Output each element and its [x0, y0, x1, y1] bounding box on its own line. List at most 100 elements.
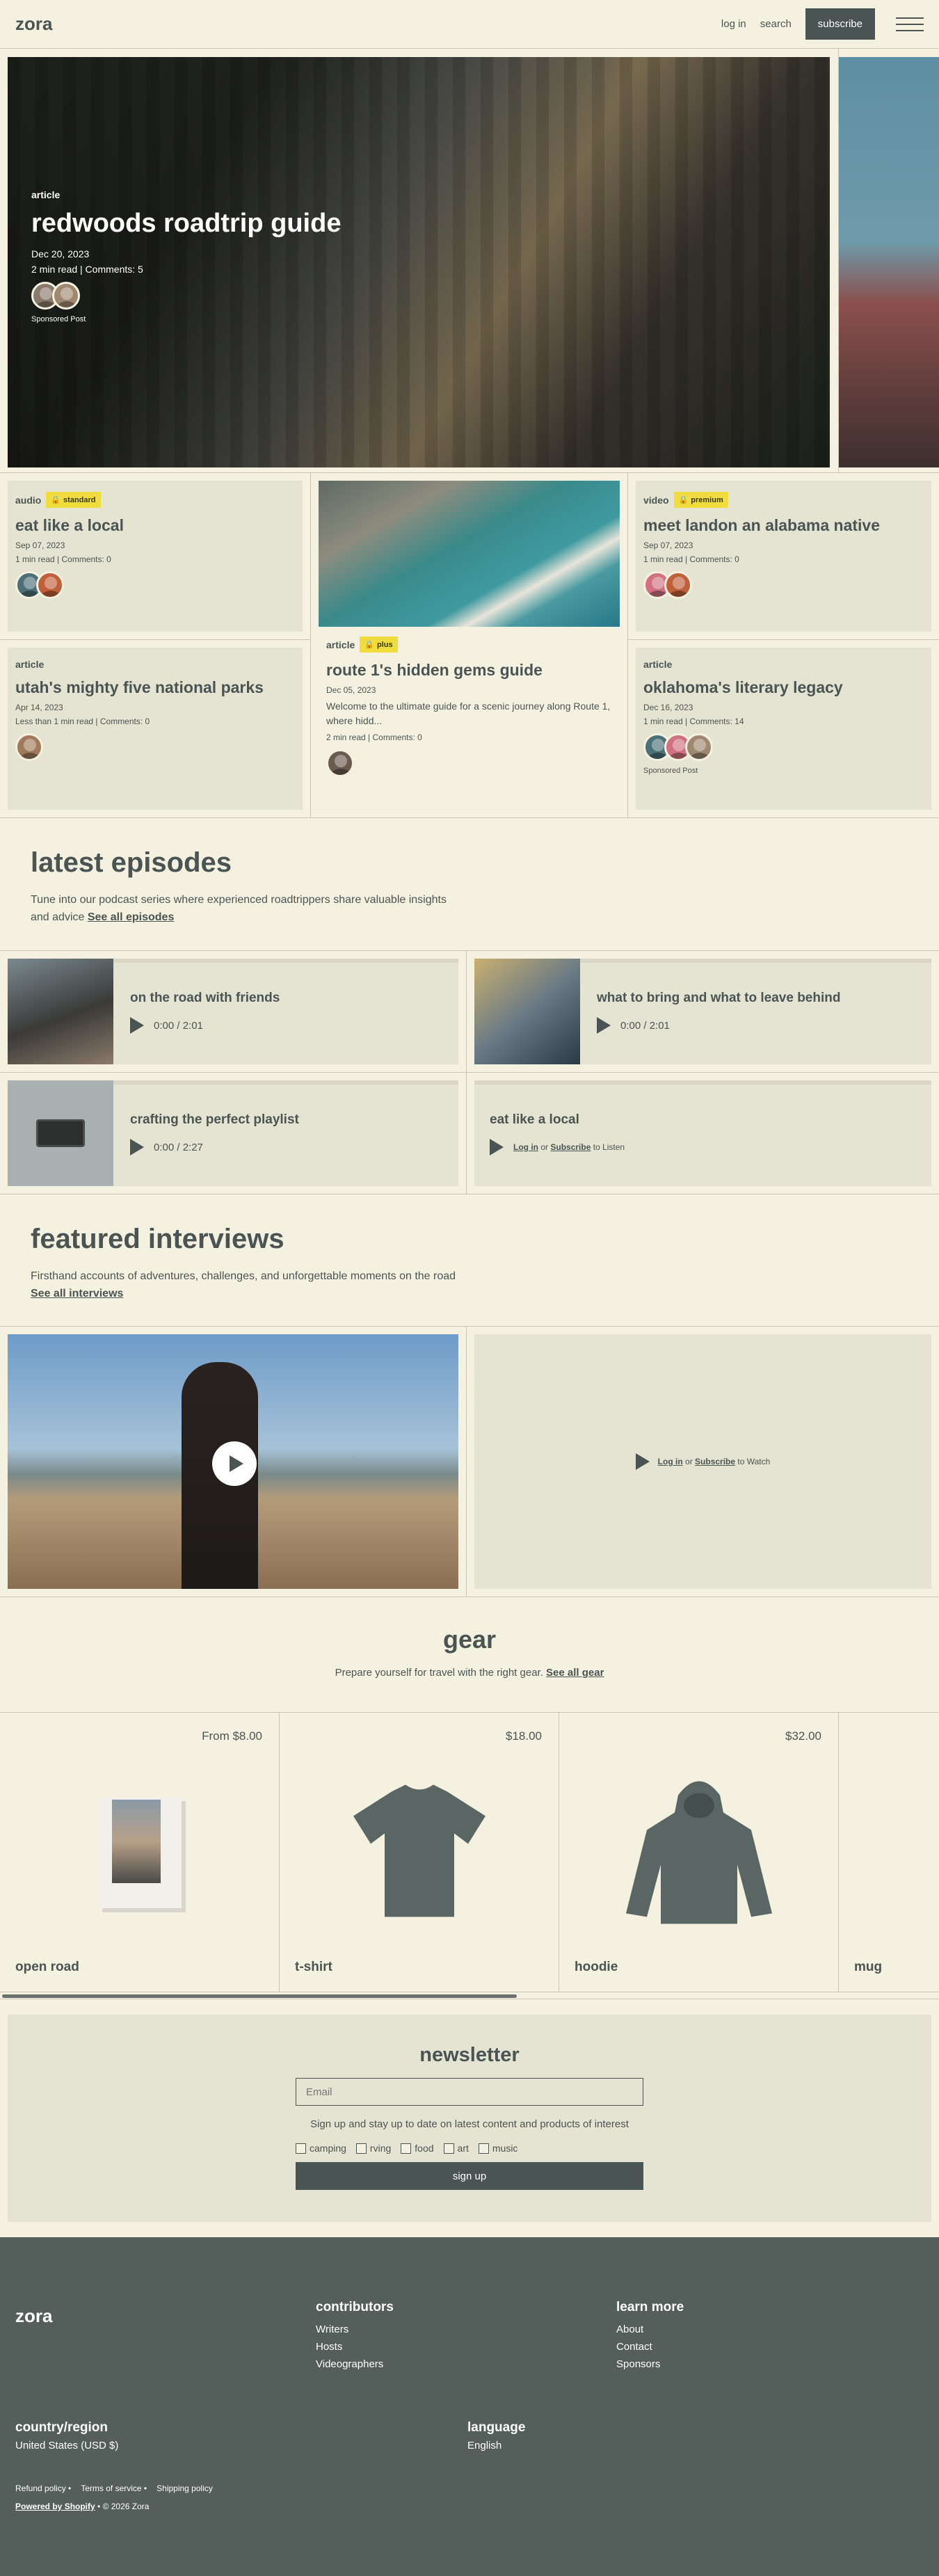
header-actions: log in search subscribe [721, 8, 924, 40]
product-name[interactable]: open road [15, 1960, 79, 1975]
locked-video: Log in or Subscribe to Watch [474, 1334, 931, 1589]
subscribe-button[interactable]: subscribe [805, 8, 875, 40]
see-all-interviews-link[interactable]: See all interviews [31, 1288, 123, 1299]
login-link[interactable]: log in [721, 18, 746, 30]
hero-text: article redwoods roadtrip guide Dec 20, … [31, 189, 341, 323]
checkbox[interactable] [355, 2143, 367, 2154]
article-title[interactable]: eat like a local [15, 516, 295, 535]
scrollbar-thumb[interactable] [2, 1994, 517, 1998]
article-title[interactable]: meet landon an alabama native [643, 516, 924, 535]
checkbox[interactable] [296, 2143, 306, 2154]
see-all-gear-link[interactable]: See all gear [546, 1667, 604, 1679]
hero-title[interactable]: redwoods roadtrip guide [31, 209, 341, 239]
footer-link-about[interactable]: About [616, 2323, 917, 2335]
checkbox[interactable] [478, 2143, 489, 2154]
article-title[interactable]: utah's mighty five national parks [15, 678, 295, 697]
avatar[interactable] [664, 571, 692, 599]
product-image[interactable] [97, 1796, 182, 1908]
copyright: Powered by Shopify • © 2026 Zora [15, 2502, 924, 2511]
footer-link-videographers[interactable]: Videographers [316, 2358, 616, 2370]
audio-player: 0:00 / 2:01 [597, 1017, 840, 1034]
product-name[interactable]: t-shirt [295, 1960, 332, 1975]
interest-checkbox[interactable]: art [443, 2143, 469, 2154]
product-image[interactable] [350, 1784, 489, 1920]
interest-checkbox[interactable]: food [401, 2143, 434, 2154]
article-image[interactable] [319, 481, 620, 627]
avatar[interactable] [36, 571, 64, 599]
subscribe-link[interactable]: Subscribe [550, 1142, 591, 1152]
episode-title[interactable]: eat like a local [490, 1112, 625, 1128]
product-card[interactable]: $18.00 t-shirt [280, 1713, 559, 1992]
article-card[interactable]: article 🔒 plus route 1's hidden gems guid… [319, 481, 620, 777]
article-title[interactable]: route 1's hidden gems guide [326, 661, 612, 680]
shipping-policy-link[interactable]: Shipping policy [156, 2483, 213, 2493]
episode-title[interactable]: what to bring and what to leave behind [597, 991, 840, 1006]
play-icon[interactable] [130, 1017, 144, 1034]
signup-button[interactable]: sign up [296, 2162, 643, 2190]
terms-link[interactable]: Terms of service • [81, 2483, 147, 2493]
hero-slide[interactable]: article redwoods roadtrip guide Dec 20, … [8, 57, 830, 467]
checkbox[interactable] [443, 2143, 454, 2154]
avatar[interactable] [15, 733, 43, 761]
product-card[interactable]: From $8.00 open road [0, 1713, 280, 1992]
article-title[interactable]: oklahoma's literary legacy [643, 678, 924, 697]
product-name[interactable]: mug [854, 1960, 882, 1975]
see-all-episodes-link[interactable]: See all episodes [88, 911, 175, 923]
interest-checkbox[interactable]: music [478, 2143, 517, 2154]
search-link[interactable]: search [760, 18, 792, 30]
footer-heading: contributors [316, 2300, 394, 2314]
logo[interactable]: zora [15, 13, 52, 35]
product-card[interactable]: mug [839, 1713, 939, 1992]
menu-icon[interactable] [896, 17, 924, 31]
article-card[interactable]: audio 🔒 standard eat like a local Sep 07,… [8, 481, 303, 632]
interview-video[interactable] [8, 1334, 458, 1589]
region-selector[interactable]: United States (USD $) [15, 2440, 467, 2451]
login-link[interactable]: Log in [658, 1457, 683, 1466]
episode-title[interactable]: crafting the perfect playlist [130, 1112, 299, 1128]
section-title: featured interviews [31, 1224, 284, 1254]
article-card[interactable]: article utah's mighty five national park… [8, 648, 303, 810]
footer-link-writers[interactable]: Writers [316, 2323, 616, 2335]
subscribe-link[interactable]: Subscribe [695, 1457, 735, 1466]
hero-next-slide[interactable] [838, 57, 939, 467]
footer-link-hosts[interactable]: Hosts [316, 2341, 616, 2353]
episode-thumbnail[interactable] [8, 1080, 113, 1186]
article-card[interactable]: article oklahoma's literary legacy Dec 1… [636, 648, 931, 810]
product-image[interactable] [623, 1774, 776, 1930]
login-link[interactable]: Log in [513, 1142, 538, 1152]
play-icon[interactable] [130, 1139, 144, 1155]
play-icon[interactable] [597, 1017, 611, 1034]
powered-by-link[interactable]: Powered by Shopify [15, 2502, 95, 2511]
interest-checkbox[interactable]: camping [296, 2143, 346, 2154]
episode-card[interactable]: on the road with friends 0:00 / 2:01 [8, 959, 458, 1064]
email-field[interactable] [296, 2078, 643, 2106]
footer-logo[interactable]: zora [15, 2305, 316, 2327]
avatar[interactable] [326, 749, 354, 777]
newsletter-title: newsletter [419, 2044, 520, 2066]
carousel-scrollbar[interactable] [0, 1992, 939, 1999]
article-card[interactable]: video 🔒 premium meet landon an alabama na… [636, 481, 931, 632]
product-card[interactable]: $32.00 hoodie [559, 1713, 839, 1992]
avatar[interactable] [685, 733, 713, 761]
play-button[interactable] [212, 1441, 257, 1486]
footer-link-contact[interactable]: Contact [616, 2341, 917, 2353]
episode-title[interactable]: on the road with friends [130, 991, 280, 1006]
section-title: latest episodes [31, 847, 232, 878]
product-name[interactable]: hoodie [575, 1960, 618, 1975]
episode-card[interactable]: eat like a local Log in or Subscribe to … [474, 1080, 931, 1186]
episode-thumbnail[interactable] [474, 959, 580, 1064]
footer-link-sponsors[interactable]: Sponsors [616, 2358, 917, 2370]
sponsored-label: Sponsored Post [643, 767, 698, 775]
tier-badge: 🔒 premium [673, 492, 728, 508]
article-date: Sep 07, 2023 [15, 541, 65, 550]
audio-player: 0:00 / 2:27 [130, 1139, 299, 1155]
refund-policy-link[interactable]: Refund policy • [15, 2483, 71, 2493]
episode-card[interactable]: crafting the perfect playlist 0:00 / 2:2… [8, 1080, 458, 1186]
language-selector[interactable]: English [467, 2440, 920, 2451]
episode-thumbnail[interactable] [8, 959, 113, 1064]
policy-links: Refund policy • Terms of service • Shipp… [15, 2483, 924, 2493]
interest-checkbox[interactable]: rving [355, 2143, 391, 2154]
checkbox[interactable] [401, 2143, 412, 2154]
episode-card[interactable]: what to bring and what to leave behind 0… [474, 959, 931, 1064]
avatar[interactable] [52, 282, 80, 310]
